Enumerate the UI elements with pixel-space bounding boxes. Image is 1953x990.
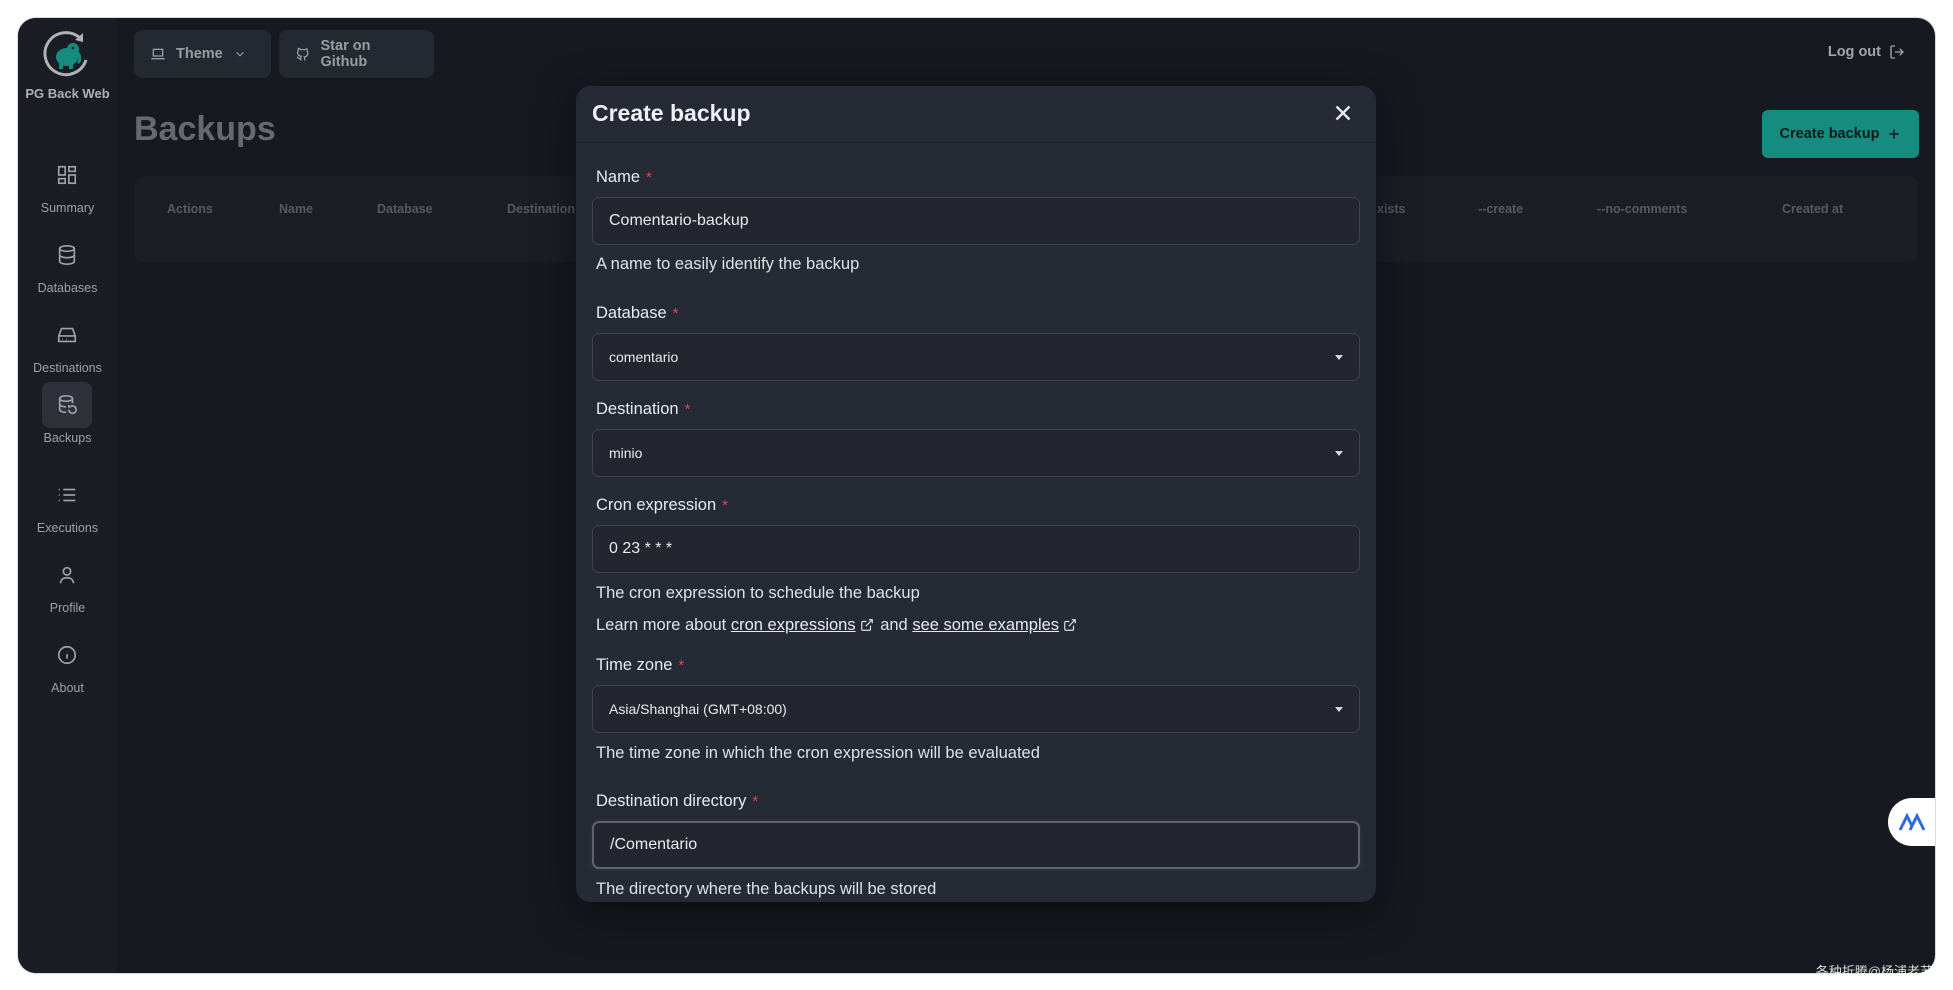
- modal-header: Create backup: [576, 86, 1376, 143]
- required-mark: *: [672, 305, 679, 322]
- database-select-value: comentario: [609, 349, 679, 365]
- required-mark: *: [646, 169, 652, 186]
- app-window: PG Back Web Summary Databases Destinatio…: [18, 18, 1935, 973]
- name-input-value: Comentario-backup: [609, 212, 749, 229]
- destination-directory-value: /Comentario: [610, 836, 698, 853]
- destination-directory-input[interactable]: /Comentario: [592, 821, 1360, 869]
- cron-label: Cron expression *: [596, 496, 728, 514]
- destination-select-value: minio: [609, 445, 643, 461]
- cron-learn-more: Learn more about cron expressions and se…: [596, 616, 1079, 635]
- required-mark: *: [722, 497, 728, 514]
- cron-expressions-link[interactable]: cron expressions: [731, 616, 856, 634]
- cron-input-value: 0 23 * * *: [609, 540, 673, 557]
- required-mark: *: [684, 401, 691, 418]
- destination-directory-label: Destination directory *: [596, 792, 759, 810]
- timezone-select[interactable]: Asia/Shanghai (GMT+08:00): [592, 685, 1360, 733]
- watermark: 各种折腾@杨浦老苏: [1815, 964, 1933, 979]
- caret-down-icon: [1335, 706, 1343, 712]
- destination-directory-help: The directory where the backups will be …: [596, 880, 937, 898]
- caret-down-icon: [1335, 354, 1343, 360]
- timezone-help: The time zone in which the cron expressi…: [596, 744, 1040, 762]
- caret-down-icon: [1335, 450, 1343, 456]
- modal-title: Create backup: [592, 100, 751, 126]
- name-label: Name *: [596, 168, 652, 186]
- database-label: Database *: [596, 304, 679, 322]
- required-mark: *: [678, 657, 685, 674]
- database-select[interactable]: comentario: [592, 333, 1360, 381]
- cron-input[interactable]: 0 23 * * *: [592, 525, 1360, 573]
- external-link-icon: [860, 619, 873, 631]
- name-input[interactable]: Comentario-backup: [592, 197, 1360, 245]
- required-mark: *: [752, 793, 759, 810]
- cron-examples-link[interactable]: see some examples: [912, 616, 1059, 634]
- cron-help: The cron expression to schedule the back…: [596, 584, 920, 602]
- close-icon: [1335, 105, 1351, 121]
- destination-select[interactable]: minio: [592, 429, 1360, 477]
- external-link-icon: [1064, 619, 1076, 631]
- timezone-label: Time zone *: [596, 656, 685, 674]
- assistant-logo-icon: [1898, 812, 1925, 831]
- close-button[interactable]: [1330, 100, 1356, 126]
- create-backup-modal: Create backup Name * Comentario-backup A …: [576, 86, 1376, 902]
- name-help: A name to easily identify the backup: [596, 255, 860, 273]
- timezone-select-value: Asia/Shanghai (GMT+08:00): [609, 701, 787, 717]
- destination-label: Destination *: [596, 400, 691, 418]
- floating-assistant-button[interactable]: [1888, 798, 1935, 846]
